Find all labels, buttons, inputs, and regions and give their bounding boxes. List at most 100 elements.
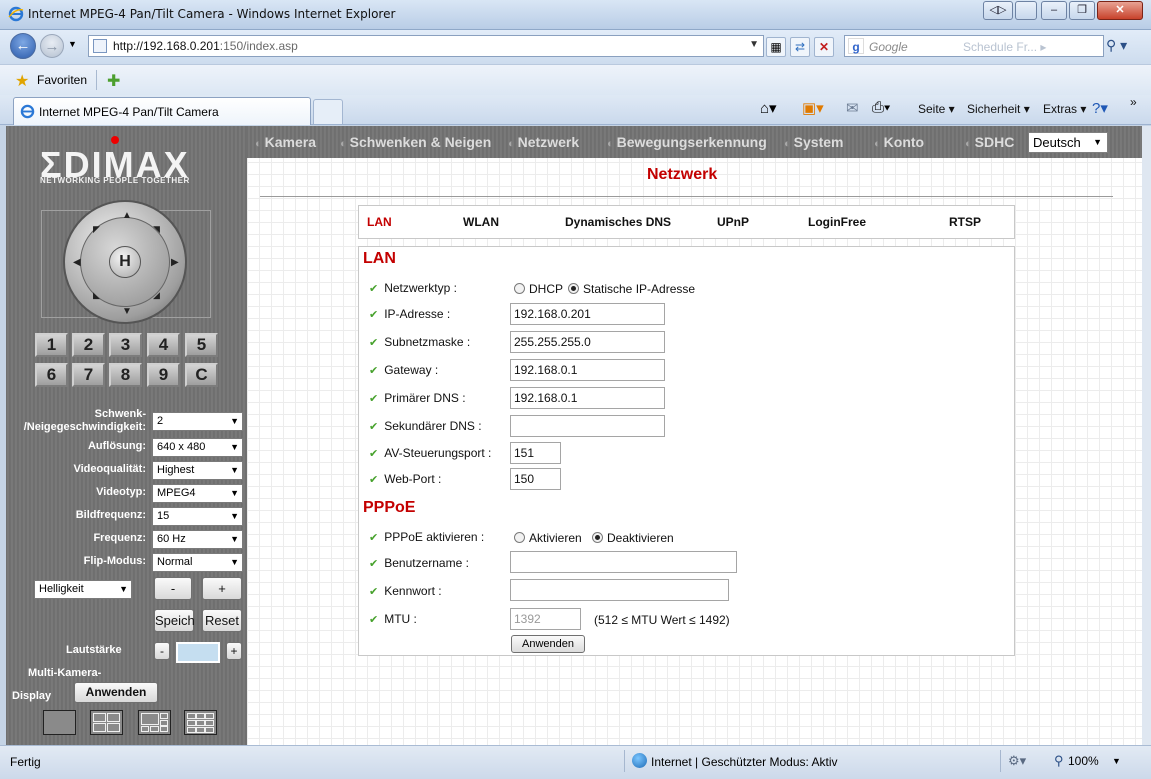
security-menu[interactable]: Sicherheit ▾ bbox=[967, 102, 1030, 116]
nav-camera[interactable]: ◐ Kamera bbox=[255, 134, 316, 150]
security-zone[interactable]: Internet | Geschützter Modus: Aktiv bbox=[651, 755, 838, 769]
decrease-button[interactable]: - bbox=[154, 577, 192, 600]
tab-ddns[interactable]: Dynamisches DNS bbox=[565, 215, 671, 229]
layout-single-icon[interactable] bbox=[43, 710, 76, 735]
pan-up-left-icon[interactable]: ◤ bbox=[93, 224, 100, 235]
extras-menu[interactable]: Extras ▾ bbox=[1043, 102, 1086, 116]
ptz-joystick[interactable]: ▲ ▼ ◀ ▶ ◤ ◥ ◣ ◢ H bbox=[63, 200, 187, 324]
framerate-select[interactable]: 15 ▼ bbox=[152, 507, 243, 526]
volume-level[interactable] bbox=[176, 642, 220, 663]
tab-loginfree[interactable]: LoginFree bbox=[808, 215, 866, 229]
ptz-home-button[interactable]: H bbox=[109, 246, 141, 278]
nav-system[interactable]: ◐ System bbox=[784, 134, 843, 150]
pppoe-disable-radio[interactable]: Deaktivieren bbox=[592, 531, 674, 545]
preset-clear-button[interactable]: C bbox=[185, 363, 218, 387]
web-port-input[interactable]: 150 bbox=[510, 468, 561, 490]
zoom-level[interactable]: 100% bbox=[1068, 754, 1099, 768]
new-tab-button[interactable] bbox=[313, 99, 343, 124]
home-icon[interactable]: ⌂▾ bbox=[760, 99, 777, 117]
zoom-dropdown-icon[interactable]: ▼ bbox=[1112, 756, 1121, 766]
volume-down-button[interactable]: - bbox=[154, 642, 170, 660]
pan-right-icon[interactable]: ▶ bbox=[171, 257, 179, 268]
tilt-down-icon[interactable]: ▼ bbox=[122, 306, 132, 317]
nav-sdhc[interactable]: ◐ SDHC bbox=[965, 134, 1014, 150]
quality-select[interactable]: Highest ▼ bbox=[152, 461, 243, 480]
nav-pan-tilt[interactable]: ◐ Schwenken & Neigen bbox=[340, 134, 491, 150]
frequency-select[interactable]: 60 Hz ▼ bbox=[152, 530, 243, 549]
print-icon[interactable]: ⎙▾ bbox=[872, 99, 890, 116]
window-menu-button[interactable] bbox=[1015, 1, 1037, 20]
increase-button[interactable]: + bbox=[202, 577, 242, 600]
language-select[interactable]: Deutsch ▼ bbox=[1028, 132, 1108, 153]
speed-select[interactable]: 2 ▼ bbox=[152, 412, 243, 431]
browser-tab[interactable]: Internet MPEG-4 Pan/Tilt Camera bbox=[13, 97, 311, 125]
preset-7-button[interactable]: 7 bbox=[72, 363, 105, 387]
videotype-select[interactable]: MPEG4 ▼ bbox=[152, 484, 243, 503]
compatibility-view-icon[interactable]: ▦ bbox=[766, 37, 786, 57]
resolution-select[interactable]: 640 x 480 ▼ bbox=[152, 438, 243, 457]
address-dropdown-icon[interactable]: ▼ bbox=[749, 39, 759, 50]
nav-account[interactable]: ◐ Konto bbox=[874, 134, 924, 150]
favorites-button[interactable]: Favoriten bbox=[37, 73, 87, 87]
forward-button[interactable]: → bbox=[40, 34, 64, 58]
favorites-star-icon[interactable]: ★ bbox=[15, 71, 29, 91]
page-menu[interactable]: Seite ▾ bbox=[918, 102, 955, 116]
tab-upnp[interactable]: UPnP bbox=[717, 215, 749, 229]
flip-select[interactable]: Normal ▼ bbox=[152, 553, 243, 572]
nav-network[interactable]: ◐ Netzwerk bbox=[508, 134, 579, 150]
preset-3-button[interactable]: 3 bbox=[109, 333, 142, 357]
mtu-input[interactable]: 1392 bbox=[510, 608, 581, 630]
close-button[interactable]: ✕ bbox=[1097, 1, 1143, 20]
back-button[interactable]: ← bbox=[10, 33, 36, 59]
preset-4-button[interactable]: 4 bbox=[147, 333, 180, 357]
ip-address-input[interactable]: 192.168.0.201 bbox=[510, 303, 665, 325]
username-input[interactable] bbox=[510, 551, 737, 573]
protected-mode-icon[interactable]: ⚙▾ bbox=[1008, 753, 1026, 769]
volume-up-button[interactable]: + bbox=[226, 642, 242, 660]
layout-quad-icon[interactable] bbox=[90, 710, 123, 735]
password-input[interactable] bbox=[510, 579, 729, 601]
address-input[interactable]: http://192.168.0.201:150/index.asp ▼ bbox=[88, 35, 764, 57]
zoom-icon[interactable]: ⚲ bbox=[1054, 753, 1064, 769]
primary-dns-input[interactable]: 192.168.0.1 bbox=[510, 387, 665, 409]
search-input[interactable]: g Google Schedule Fr... ▸ bbox=[844, 35, 1104, 57]
tilt-up-icon[interactable]: ▲ bbox=[122, 210, 132, 221]
refresh-icon[interactable]: ⇄ bbox=[790, 37, 810, 57]
feeds-icon[interactable]: ▣▾ bbox=[802, 99, 824, 117]
more-commands-chevron[interactable]: » bbox=[1130, 95, 1137, 109]
multicam-apply-button[interactable]: Anwenden bbox=[74, 682, 158, 703]
save-button[interactable]: Speich bbox=[154, 609, 195, 632]
preset-6-button[interactable]: 6 bbox=[35, 363, 68, 387]
image-adjust-select[interactable]: Helligkeit ▼ bbox=[34, 580, 132, 599]
tab-wlan[interactable]: WLAN bbox=[463, 215, 499, 229]
add-favorite-icon[interactable]: ✚ bbox=[107, 71, 120, 91]
nav-motion-detection[interactable]: ◐ Bewegungserkennung bbox=[607, 134, 767, 150]
restore-button[interactable]: ❐ bbox=[1069, 1, 1095, 20]
help-icon[interactable]: ?▾ bbox=[1092, 99, 1108, 117]
layout-six-icon[interactable] bbox=[138, 710, 171, 735]
apply-button[interactable]: Anwenden bbox=[511, 635, 585, 653]
minimize-button[interactable]: – bbox=[1041, 1, 1067, 20]
mail-icon[interactable]: ✉ bbox=[846, 99, 859, 117]
window-extra-button[interactable]: ◁▷ bbox=[983, 1, 1013, 20]
preset-8-button[interactable]: 8 bbox=[109, 363, 142, 387]
preset-2-button[interactable]: 2 bbox=[72, 333, 105, 357]
preset-1-button[interactable]: 1 bbox=[35, 333, 68, 357]
preset-5-button[interactable]: 5 bbox=[185, 333, 218, 357]
pan-down-left-icon[interactable]: ◣ bbox=[93, 290, 100, 301]
av-port-input[interactable]: 151 bbox=[510, 442, 561, 464]
static-ip-radio[interactable]: Statische IP-Adresse bbox=[568, 282, 695, 296]
subnet-mask-input[interactable]: 255.255.255.0 bbox=[510, 331, 665, 353]
gateway-input[interactable]: 192.168.0.1 bbox=[510, 359, 665, 381]
reset-button[interactable]: Reset bbox=[202, 609, 242, 632]
dhcp-radio[interactable]: DHCP bbox=[514, 282, 563, 296]
layout-nine-icon[interactable] bbox=[184, 710, 217, 735]
search-icon[interactable]: ⚲ ▾ bbox=[1106, 37, 1127, 54]
history-dropdown-icon[interactable]: ▼ bbox=[68, 39, 77, 49]
pan-left-icon[interactable]: ◀ bbox=[73, 257, 81, 268]
pan-down-right-icon[interactable]: ◢ bbox=[153, 290, 160, 301]
pan-up-right-icon[interactable]: ◥ bbox=[153, 224, 160, 235]
preset-9-button[interactable]: 9 bbox=[147, 363, 180, 387]
tab-lan[interactable]: LAN bbox=[367, 215, 392, 229]
secondary-dns-input[interactable] bbox=[510, 415, 665, 437]
